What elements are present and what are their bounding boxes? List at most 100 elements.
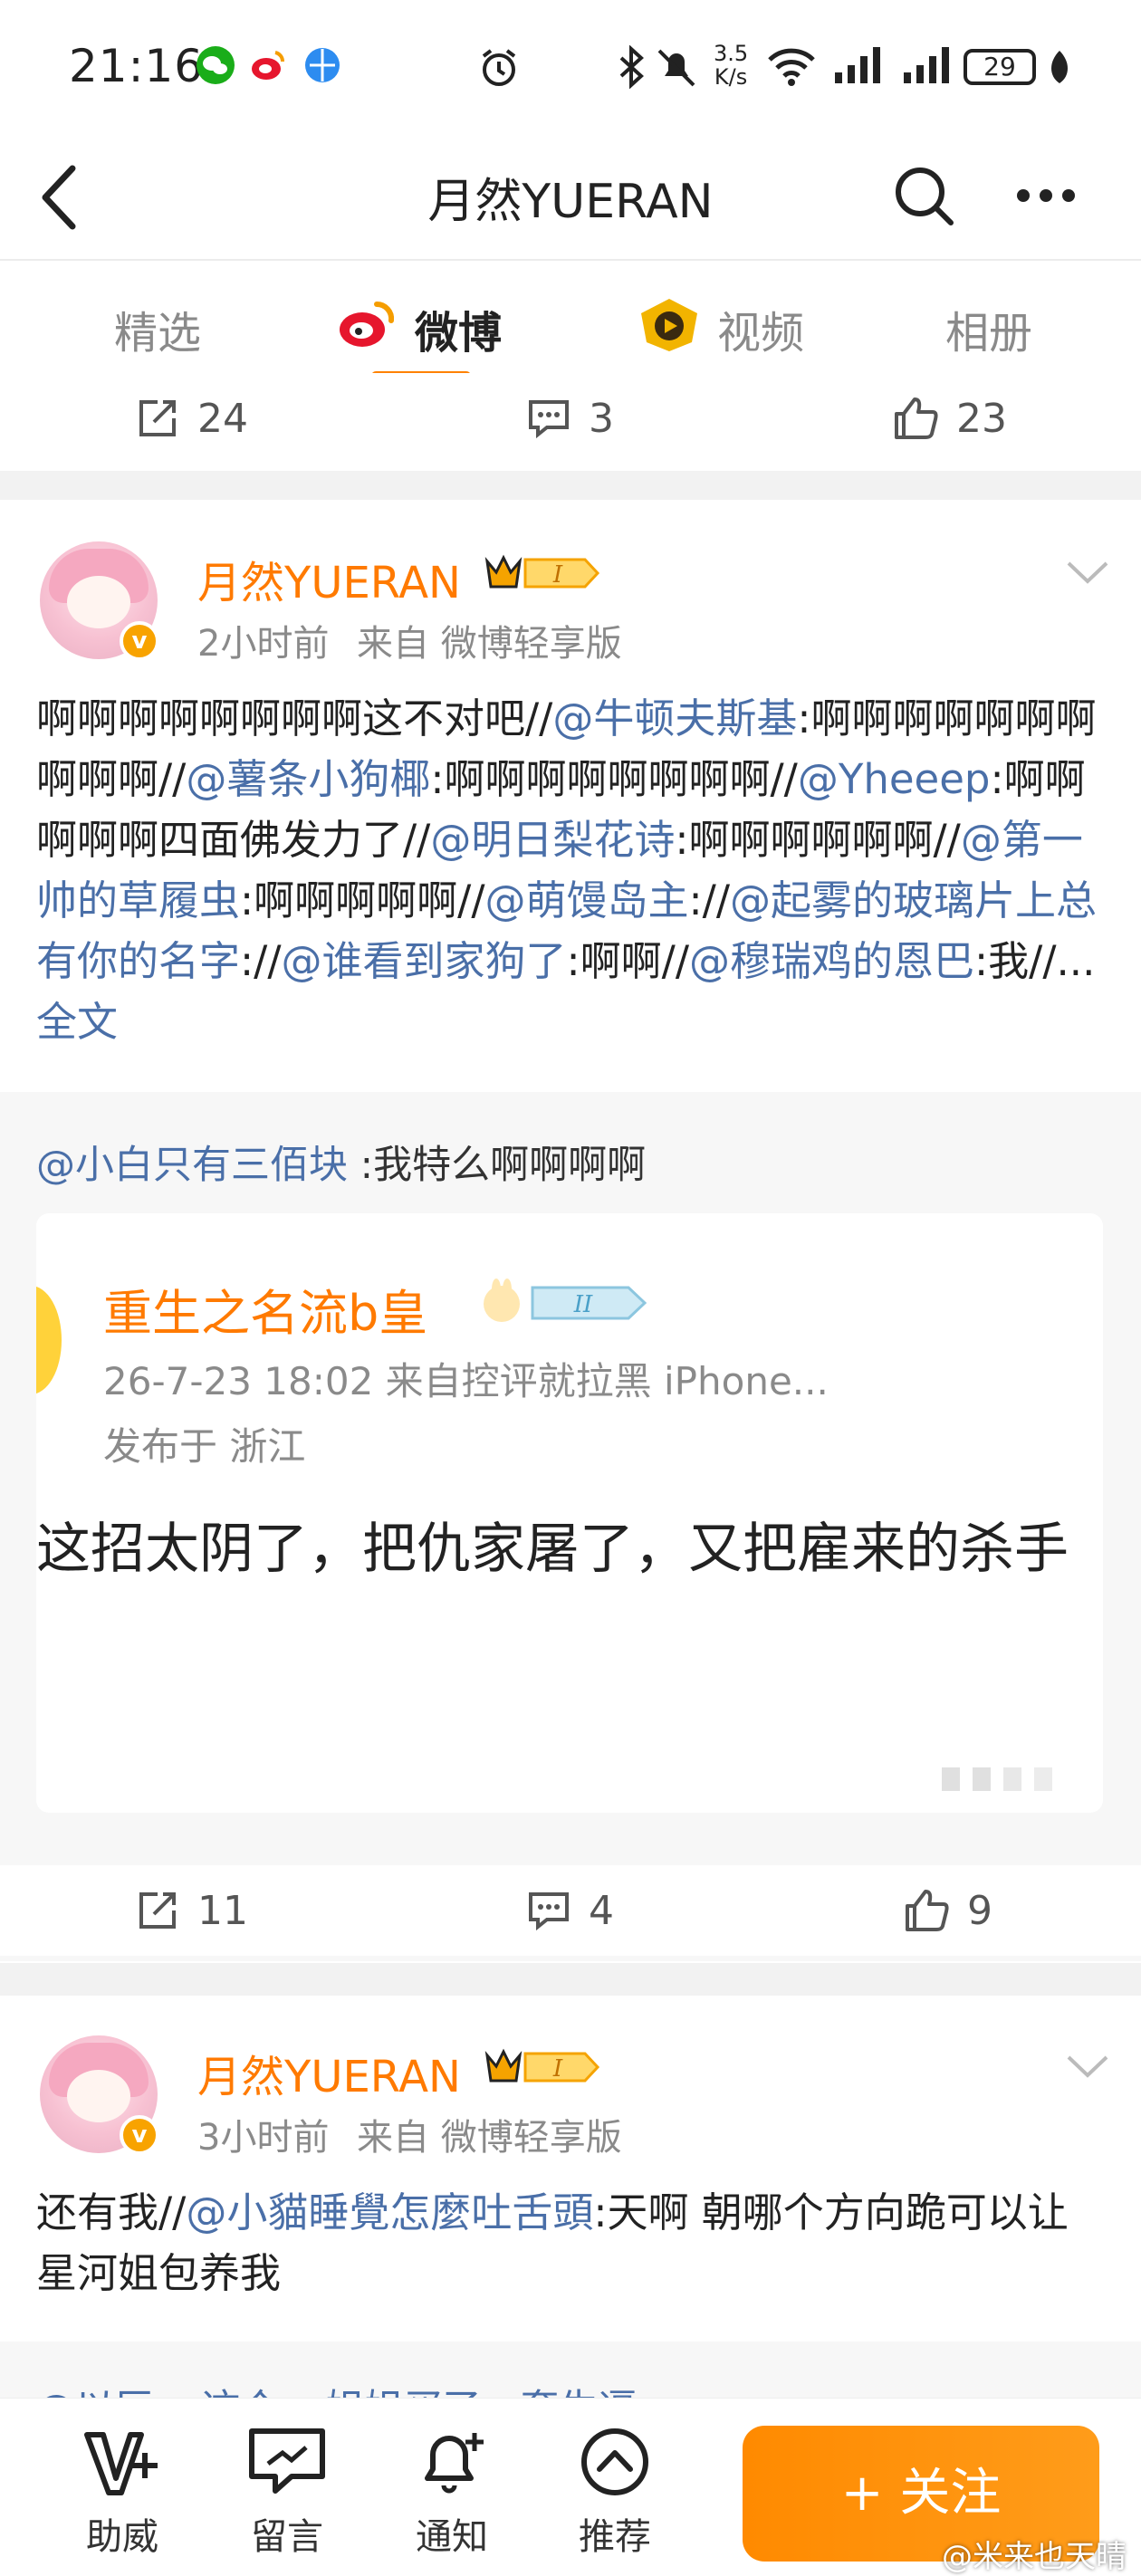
verified-badge: v [120,2115,159,2155]
retweet-area: @小白只有三佰块 :我特么啊啊啊啊 重生之名流b皇 II 26-7-23 18:… [0,1092,1141,1961]
chevron-down-icon[interactable] [1065,558,1110,585]
post-text-segment: :啊啊啊啊啊啊啊啊// [430,755,798,803]
mention-link[interactable]: @薯条小狗椰 [186,755,430,803]
mention-link[interactable]: @小貓睡覺怎麼吐舌頭 [186,2188,593,2236]
repost-button[interactable]: 24 [134,393,248,444]
like-count: 23 [956,395,1007,442]
card-quote: 这招太阴了，把仇家屠了，又把雇来的杀手 [36,1518,1069,1581]
status-bar: 21:16 3.5 K/s 29 [0,0,1141,136]
wechat-icon [197,46,235,84]
comment-count: 4 [589,1887,614,1934]
vip-crown-icon: I [484,2048,600,2083]
like-button[interactable]: 9 [902,1885,992,1936]
retweet-line[interactable]: @以辰v :这个cp姐姐买了一套生逼 [36,2378,638,2398]
comment-button[interactable]: 3 [525,393,614,444]
status-time: 21:16 [69,40,205,92]
cheer-icon [84,2432,158,2495]
tab-video[interactable]: 视频 [717,297,804,360]
post-time: 3小时前 [197,2117,330,2159]
page-title: 月然YUERAN [427,175,714,229]
post-text-segment: :啊啊啊啊啊// [240,876,485,924]
notify-button[interactable]: 通知 [393,2426,511,2560]
section-divider [0,1963,1141,1996]
mention-link[interactable]: @明日梨花诗 [430,816,675,864]
mention-link[interactable]: @谁看到家狗了 [282,937,567,985]
mention-link[interactable]: @Yheeep [798,755,991,803]
card-fade-marks [942,1767,1052,1791]
repost-icon [139,400,176,436]
weibo-notify-icon [252,51,284,80]
repost-count: 24 [197,395,248,442]
screenshot-card[interactable]: 重生之名流b皇 II 26-7-23 18:02 来自控评就拉黑 iPhone.… [36,1213,1103,1813]
like-count: 9 [967,1887,992,1934]
alarm-icon [482,49,516,86]
retweet-user-link[interactable]: @小白只有三佰块 [36,1143,348,1188]
post-text-segment: 啊啊啊啊啊啊啊啊这不对吧// [36,694,553,742]
comment-count: 3 [589,395,614,442]
post-author[interactable]: 月然YUERAN [197,547,461,610]
cheer-label: 助威 [86,2516,158,2558]
wifi-icon [768,48,815,86]
verified-badge: v [120,621,159,661]
svg-text:I: I [552,2055,563,2083]
svg-text:I: I [552,561,563,589]
browser-icon [305,48,340,82]
post-text: 啊啊啊啊啊啊啊啊这不对吧//@牛顿夫斯基:啊啊啊啊啊啊啊啊啊啊//@薯条小狗椰:… [36,688,1105,1059]
post-source: 来自 微博轻享版 [357,2117,622,2159]
recommend-button[interactable]: 推荐 [556,2426,674,2560]
recommend-label: 推荐 [579,2516,651,2558]
battery-indicator: 29 [964,49,1036,85]
bell-icon [425,2433,484,2494]
mention-link[interactable]: 全文 [36,998,118,1046]
prev-post-actions: 24 3 23 [0,373,1141,464]
like-button[interactable]: 23 [891,393,1007,444]
retweet-line: @小白只有三佰块 :我特么啊啊啊啊 [36,1134,646,1190]
repost-button[interactable]: 11 [134,1885,248,1936]
post-text-segment: :啊啊啊啊啊啊// [675,816,961,864]
recommend-icon [581,2428,648,2495]
retweet-area: @以辰v :这个cp姐姐买了一套生逼 [0,2341,1141,2398]
mention-link[interactable]: @牛顿夫斯基 [552,694,797,742]
post-author[interactable]: 月然YUERAN [197,2041,461,2104]
card-location: 发布于 浙江 [103,1424,306,1469]
section-divider [0,471,1141,500]
more-icon[interactable] [1014,187,1078,205]
tab-featured[interactable]: 精选 [114,297,201,360]
leaf-icon [1051,51,1068,83]
comment-button[interactable]: 4 [525,1885,614,1936]
message-button[interactable]: 留言 [228,2426,346,2560]
comment-icon [529,400,569,439]
post-text-segment: :我//... [974,937,1096,985]
svg-text:II: II [573,1291,593,1318]
like-icon [906,1890,949,1931]
cheer-button[interactable]: 助威 [63,2426,181,2560]
post-text-segment: :// [688,876,730,924]
vip-crown-icon: I [484,554,600,589]
post-source: 来自 微博轻享版 [357,623,622,665]
post-text-segment: 还有我// [36,2188,187,2236]
signal-icon-2 [904,47,949,83]
video-tab-icon [641,299,697,351]
card-avatar [36,1286,62,1394]
message-label: 留言 [251,2516,323,2558]
retweet-text: :我特么啊啊啊啊 [348,1143,647,1188]
post-text: 还有我//@小貓睡覺怎麼吐舌頭:天啊 朝哪个方向跪可以让星河姐包养我 [36,2182,1105,2309]
message-icon [249,2428,325,2494]
post1-actions: 11 4 9 [0,1865,1141,1956]
post-time: 2小时前 [197,623,330,665]
signal-icon-1 [835,47,880,83]
card-meta: 26-7-23 18:02 来自控评就拉黑 iPhone... [103,1359,829,1403]
level-badge-icon: II [484,1278,647,1322]
search-icon[interactable] [891,163,956,228]
tab-weibo[interactable]: 微博 [415,297,502,360]
mute-icon [657,49,695,87]
comment-icon [529,1892,569,1931]
like-icon [895,397,938,439]
mention-link[interactable]: @萌馒岛主 [485,876,689,924]
post-text-segment: :啊啊// [566,937,689,985]
mention-link[interactable]: @穆瑞鸡的恩巴 [689,937,974,985]
tab-album[interactable]: 相册 [945,297,1032,360]
chevron-down-icon[interactable] [1065,2052,1110,2079]
weibo-logo-icon [340,301,395,347]
card-author: 重生之名流b皇 [103,1285,428,1342]
